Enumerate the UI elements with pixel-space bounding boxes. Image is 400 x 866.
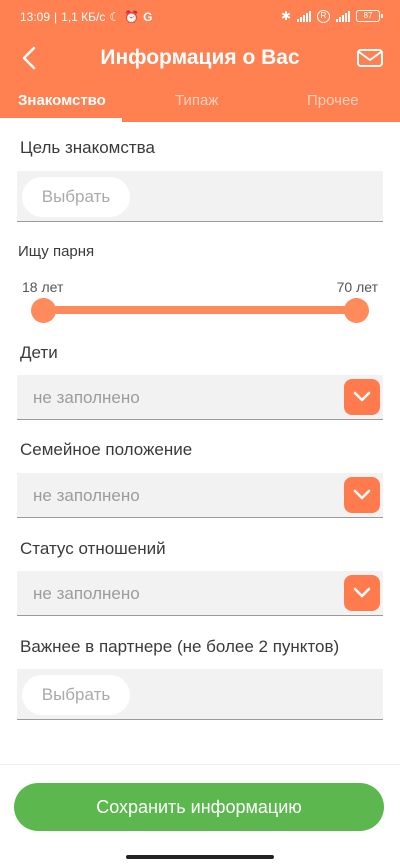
seeking-label: Ищу парня xyxy=(18,243,95,260)
back-button[interactable] xyxy=(14,42,46,74)
signal-icon-2 xyxy=(336,10,350,22)
tab-bar: Знакомство Типаж Прочее xyxy=(0,84,400,122)
chevron-down-icon xyxy=(353,587,371,598)
google-icon: G xyxy=(143,10,153,24)
partner-label: Важнее в партнере (не более 2 пунктов) xyxy=(20,637,340,656)
relationship-dropdown-button[interactable] xyxy=(344,575,380,611)
goal-field: Выбрать xyxy=(17,171,383,222)
marital-dropdown-button[interactable] xyxy=(344,477,380,513)
goal-label: Цель знакомства xyxy=(20,138,155,157)
back-arrow-icon xyxy=(22,46,36,70)
tab-other[interactable]: Прочее xyxy=(307,92,359,109)
age-range-slider[interactable] xyxy=(43,306,356,314)
relationship-dropdown[interactable]: не заполнено xyxy=(17,571,383,616)
tab-type[interactable]: Типаж xyxy=(175,92,218,109)
network-speed: 1,1 КБ/с xyxy=(61,10,106,24)
header: 13:09 | 1,1 КБ/с ☾ ⏰ G ✱ R 87 Информация… xyxy=(0,0,400,122)
children-value: не заполнено xyxy=(33,388,140,407)
marital-value: не заполнено xyxy=(33,486,140,505)
children-dropdown-button[interactable] xyxy=(344,379,380,415)
home-indicator[interactable] xyxy=(126,855,274,859)
age-range-labels: 18 лет 70 лет xyxy=(22,279,378,297)
chevron-down-icon xyxy=(353,489,371,500)
signal-icon xyxy=(297,10,311,22)
mail-button[interactable] xyxy=(354,43,386,73)
roaming-icon: R xyxy=(317,9,330,23)
page-title: Информация о Вас xyxy=(100,46,300,69)
moon-icon: ☾ xyxy=(109,10,121,24)
save-button[interactable]: Сохранить информацию xyxy=(14,783,384,831)
status-bar: 13:09 | 1,1 КБ/с ☾ ⏰ G ✱ R 87 xyxy=(0,0,400,34)
mail-icon xyxy=(357,49,383,67)
children-dropdown[interactable]: не заполнено xyxy=(17,375,383,420)
partner-select-button[interactable]: Выбрать xyxy=(22,675,130,715)
age-max-thumb[interactable] xyxy=(344,298,369,323)
partner-field: Выбрать xyxy=(17,669,383,720)
age-min-thumb[interactable] xyxy=(31,298,56,323)
relationship-label: Статус отношений xyxy=(20,539,166,558)
relationship-value: не заполнено xyxy=(33,584,140,603)
battery-icon: 87 xyxy=(356,10,383,22)
chevron-down-icon xyxy=(353,391,371,402)
active-tab-indicator xyxy=(0,118,122,122)
tab-acquaintance[interactable]: Знакомство xyxy=(18,92,106,109)
marital-dropdown[interactable]: не заполнено xyxy=(17,473,383,518)
clock: 13:09 xyxy=(20,10,51,24)
age-max-label: 70 лет xyxy=(336,279,378,295)
divider xyxy=(0,764,400,765)
children-label: Дети xyxy=(20,343,58,362)
alarm-icon: ⏰ xyxy=(124,10,140,24)
marital-label: Семейное положение xyxy=(20,440,193,459)
age-min-label: 18 лет xyxy=(22,279,64,295)
goal-select-button[interactable]: Выбрать xyxy=(22,177,130,217)
bluetooth-icon: ✱ xyxy=(280,9,291,23)
